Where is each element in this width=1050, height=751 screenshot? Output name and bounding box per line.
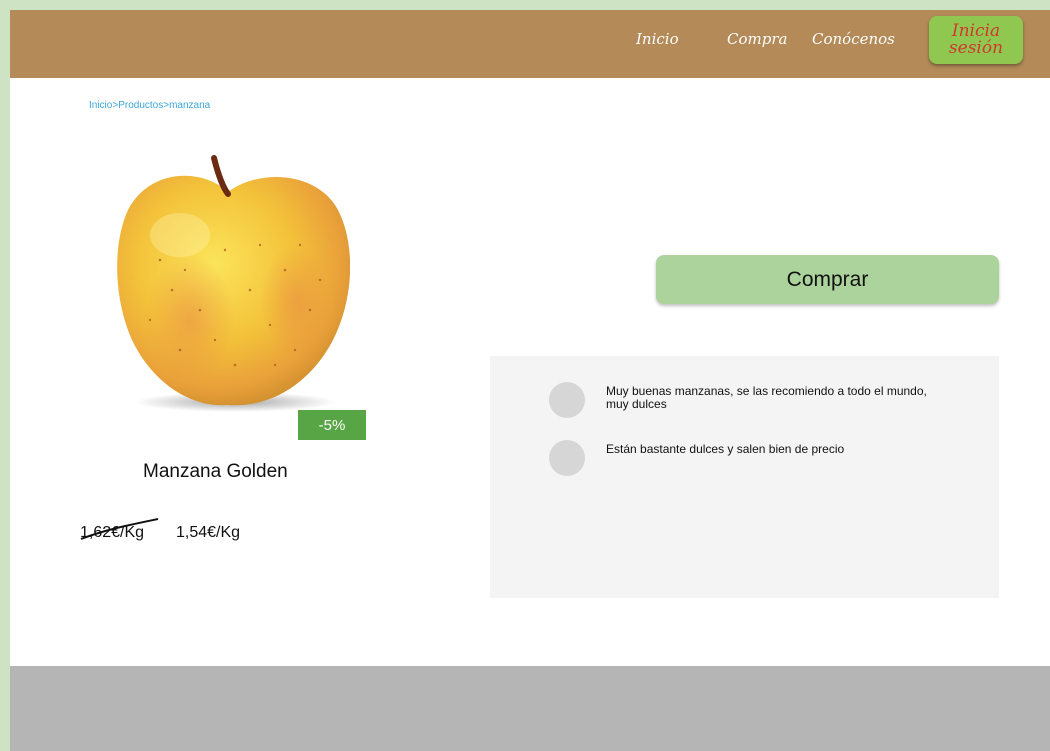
breadcrumb-productos[interactable]: Productos <box>118 100 163 111</box>
buy-button[interactable]: Comprar <box>656 255 999 304</box>
discount-badge: -5% <box>298 410 366 440</box>
footer <box>10 666 1050 751</box>
breadcrumb-manzana: manzana <box>169 100 211 111</box>
nav-conocenos-link[interactable]: Conócenos <box>812 30 895 48</box>
breadcrumb: Inicio>Productos>manzana <box>89 100 210 111</box>
new-price: 1,54€/Kg <box>176 524 241 541</box>
review-text: Muy buenas manzanas, se las recomiendo a… <box>606 384 927 411</box>
breadcrumb-inicio[interactable]: Inicio <box>89 100 112 111</box>
avatar <box>549 440 585 476</box>
login-button-line2: sesión <box>948 38 1004 58</box>
header-bar: Inicio Compra Conócenos Inicia sesión <box>10 10 1050 78</box>
review-text: Están bastante dulces y salen bien de pr… <box>606 442 845 456</box>
nav-compra-link[interactable]: Compra <box>727 30 787 48</box>
page-frame: Inicio Compra Conócenos Inicia sesión In… <box>10 10 1050 751</box>
reviews-panel: Muy buenas manzanas, se las recomiendo a… <box>490 356 999 598</box>
nav-inicio-link[interactable]: Inicio <box>636 30 679 48</box>
product-name: Manzana Golden <box>143 461 288 482</box>
apple-product-image <box>117 155 350 412</box>
price-strikethrough-line <box>80 518 159 540</box>
avatar <box>549 382 585 418</box>
login-button[interactable]: Inicia sesión <box>929 16 1023 64</box>
